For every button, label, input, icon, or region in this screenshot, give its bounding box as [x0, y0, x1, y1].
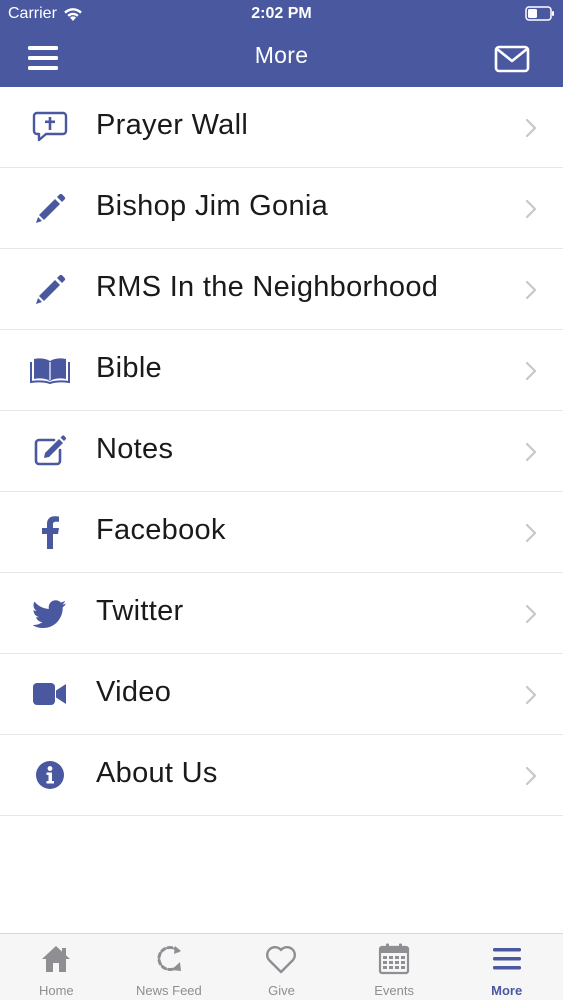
menu-item-notes[interactable]: Notes [0, 411, 563, 492]
menu-item-facebook[interactable]: Facebook [0, 492, 563, 573]
open-book-icon [30, 352, 70, 388]
home-icon [42, 946, 71, 972]
status-time: 2:02 PM [251, 5, 312, 22]
menu-item-about-us[interactable]: About Us [0, 735, 563, 816]
tab-label: News Feed [136, 983, 202, 998]
tab-events[interactable]: Events [338, 934, 451, 1000]
menu-item-rms-neighborhood[interactable]: RMS In the Neighborhood [0, 249, 563, 330]
tab-news-feed[interactable]: News Feed [113, 934, 226, 1000]
menu-item-label: Bible [96, 352, 162, 384]
chevron-right-icon [525, 118, 537, 138]
video-camera-icon [30, 676, 70, 712]
chevron-right-icon [525, 199, 537, 219]
prayer-bubble-icon [30, 109, 70, 145]
menu-item-twitter[interactable]: Twitter [0, 573, 563, 654]
notes-edit-icon [30, 433, 70, 469]
tab-more[interactable]: More [450, 934, 563, 1000]
info-icon [30, 757, 70, 793]
menu-item-bishop-jim-gonia[interactable]: Bishop Jim Gonia [0, 168, 563, 249]
chevron-right-icon [525, 442, 537, 462]
twitter-icon [30, 595, 70, 631]
facebook-icon [30, 514, 70, 550]
tab-bar: Home News Feed Give Events More [0, 933, 563, 1000]
menu-item-label: Notes [96, 433, 174, 465]
menu-item-label: RMS In the Neighborhood [96, 271, 439, 303]
tab-label: More [491, 983, 523, 998]
menu-item-prayer-wall[interactable]: Prayer Wall [0, 87, 563, 168]
status-bar: Carrier 2:02 PM [0, 0, 563, 30]
menu-item-label: About Us [96, 757, 218, 789]
more-screen: Carrier 2:02 PM More Prayer Wall Bishop … [0, 0, 563, 1000]
heart-icon [266, 946, 297, 974]
menu-item-label: Twitter [96, 595, 184, 627]
nav-bar: More [0, 30, 563, 87]
menu-list: Prayer Wall Bishop Jim Gonia RMS In the … [0, 87, 563, 816]
chevron-right-icon [525, 523, 537, 543]
pencil-icon [30, 271, 70, 307]
tab-give[interactable]: Give [225, 934, 338, 1000]
hamburger-menu-icon [492, 948, 521, 970]
page-title: More [254, 42, 309, 68]
envelope-icon [494, 45, 530, 73]
calendar-icon [378, 943, 410, 975]
chevron-right-icon [525, 280, 537, 300]
refresh-feed-icon [157, 946, 182, 971]
chevron-right-icon [525, 361, 537, 381]
menu-item-label: Prayer Wall [96, 109, 249, 141]
tab-label: Give [268, 983, 295, 998]
menu-item-label: Bishop Jim Gonia [96, 190, 329, 222]
mail-button[interactable] [493, 43, 533, 77]
tab-home[interactable]: Home [0, 934, 113, 1000]
chevron-right-icon [525, 766, 537, 786]
battery-icon [525, 6, 554, 21]
chevron-right-icon [525, 604, 537, 624]
menu-item-video[interactable]: Video [0, 654, 563, 735]
tab-label: Events [374, 983, 414, 998]
pencil-icon [30, 190, 70, 226]
menu-item-label: Video [96, 676, 172, 708]
chevron-right-icon [525, 685, 537, 705]
header: Carrier 2:02 PM More [0, 0, 563, 87]
menu-item-bible[interactable]: Bible [0, 330, 563, 411]
menu-item-label: Facebook [96, 514, 226, 546]
tab-label: Home [38, 983, 74, 998]
